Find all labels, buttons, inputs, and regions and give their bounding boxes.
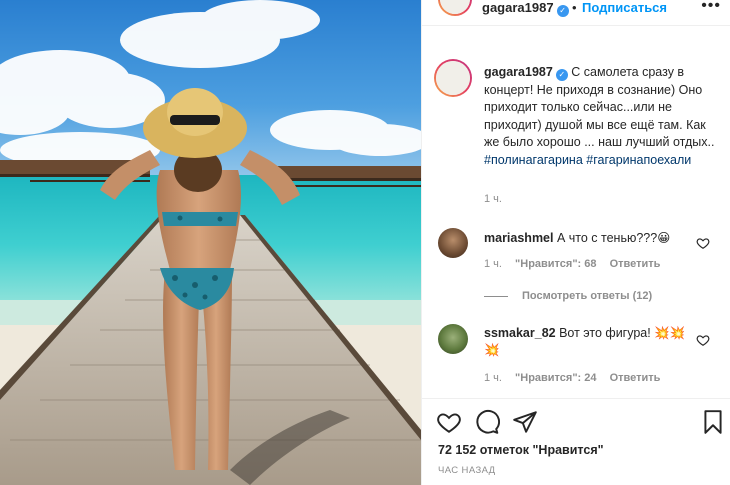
comment-text: А что с тенью??? <box>556 231 658 245</box>
verified-badge-icon: ✓ <box>556 5 569 17</box>
commenter-avatar[interactable] <box>438 228 468 258</box>
save-bookmark-icon[interactable] <box>700 409 726 435</box>
commenter-avatar[interactable] <box>438 324 468 354</box>
comment-text: Вот это фигура! <box>559 326 651 340</box>
beach-photo-illustration <box>0 0 421 485</box>
like-heart-icon[interactable] <box>436 409 462 435</box>
comment-username[interactable]: ssmakar_82 <box>484 326 556 340</box>
hashtag-link[interactable]: #полинагагарина <box>484 153 583 167</box>
reply-button[interactable]: Ответить <box>610 372 661 384</box>
share-paper-plane-icon[interactable] <box>512 409 538 435</box>
header-avatar[interactable] <box>438 0 472 16</box>
view-replies-button[interactable]: Посмотреть ответы (12) <box>484 290 652 302</box>
like-comment-heart-icon[interactable] <box>696 236 710 250</box>
caption-time[interactable]: 1 ч. <box>484 193 502 205</box>
post-timestamp[interactable]: час назад <box>438 465 495 476</box>
comment-username[interactable]: mariashmel <box>484 231 553 245</box>
comment-likes[interactable]: "Нравится": 24 <box>515 372 596 384</box>
post-header: gagara1987 ✓ • Подписаться ••• <box>422 0 730 26</box>
verified-badge-icon: ✓ <box>555 69 568 81</box>
post-side-panel: gagara1987 ✓ • Подписаться ••• gagara1987… <box>421 0 730 485</box>
reply-button[interactable]: Ответить <box>610 258 661 270</box>
header-username[interactable]: gagara1987 ✓ <box>482 0 569 17</box>
post-actions: 72 152 отметок "Нравится" час назад <box>422 398 730 476</box>
comment-time[interactable]: 1 ч. <box>484 258 502 270</box>
post-photo[interactable] <box>0 0 421 485</box>
comment-time[interactable]: 1 ч. <box>484 372 502 384</box>
comment-2-meta: 1 ч. "Нравится": 24 Ответить <box>484 372 670 384</box>
header-username-text[interactable]: gagara1987 <box>482 0 554 15</box>
like-comment-heart-icon[interactable] <box>696 333 710 347</box>
post-caption: gagara1987 ✓ С самолета сразу в концерт! … <box>484 64 720 169</box>
caption-username[interactable]: gagara1987 <box>484 65 553 79</box>
comment-1: mariashmel А что с тенью???😀 <box>484 230 694 247</box>
comment-1-meta: 1 ч. "Нравится": 68 Ответить <box>484 258 670 270</box>
comment-likes[interactable]: "Нравится": 68 <box>515 258 596 270</box>
comment-2: ssmakar_82 Вот это фигура! 💥💥💥 <box>484 325 694 359</box>
comment-emoji: 😀 <box>657 231 671 245</box>
caption-avatar[interactable] <box>434 59 472 97</box>
hashtag-link[interactable]: #гагаринапоехали <box>586 153 691 167</box>
comment-bubble-icon[interactable] <box>474 409 500 435</box>
avatar-image <box>436 61 470 95</box>
likes-count[interactable]: 72 152 отметок "Нравится" <box>438 443 604 457</box>
follow-button[interactable]: Подписаться <box>582 0 667 15</box>
view-replies-label[interactable]: Посмотреть ответы (12) <box>522 290 652 302</box>
more-horizontal-icon[interactable]: ••• <box>701 0 721 15</box>
replies-line <box>484 295 508 297</box>
header-separator: • <box>572 0 577 15</box>
avatar-image <box>440 0 470 14</box>
